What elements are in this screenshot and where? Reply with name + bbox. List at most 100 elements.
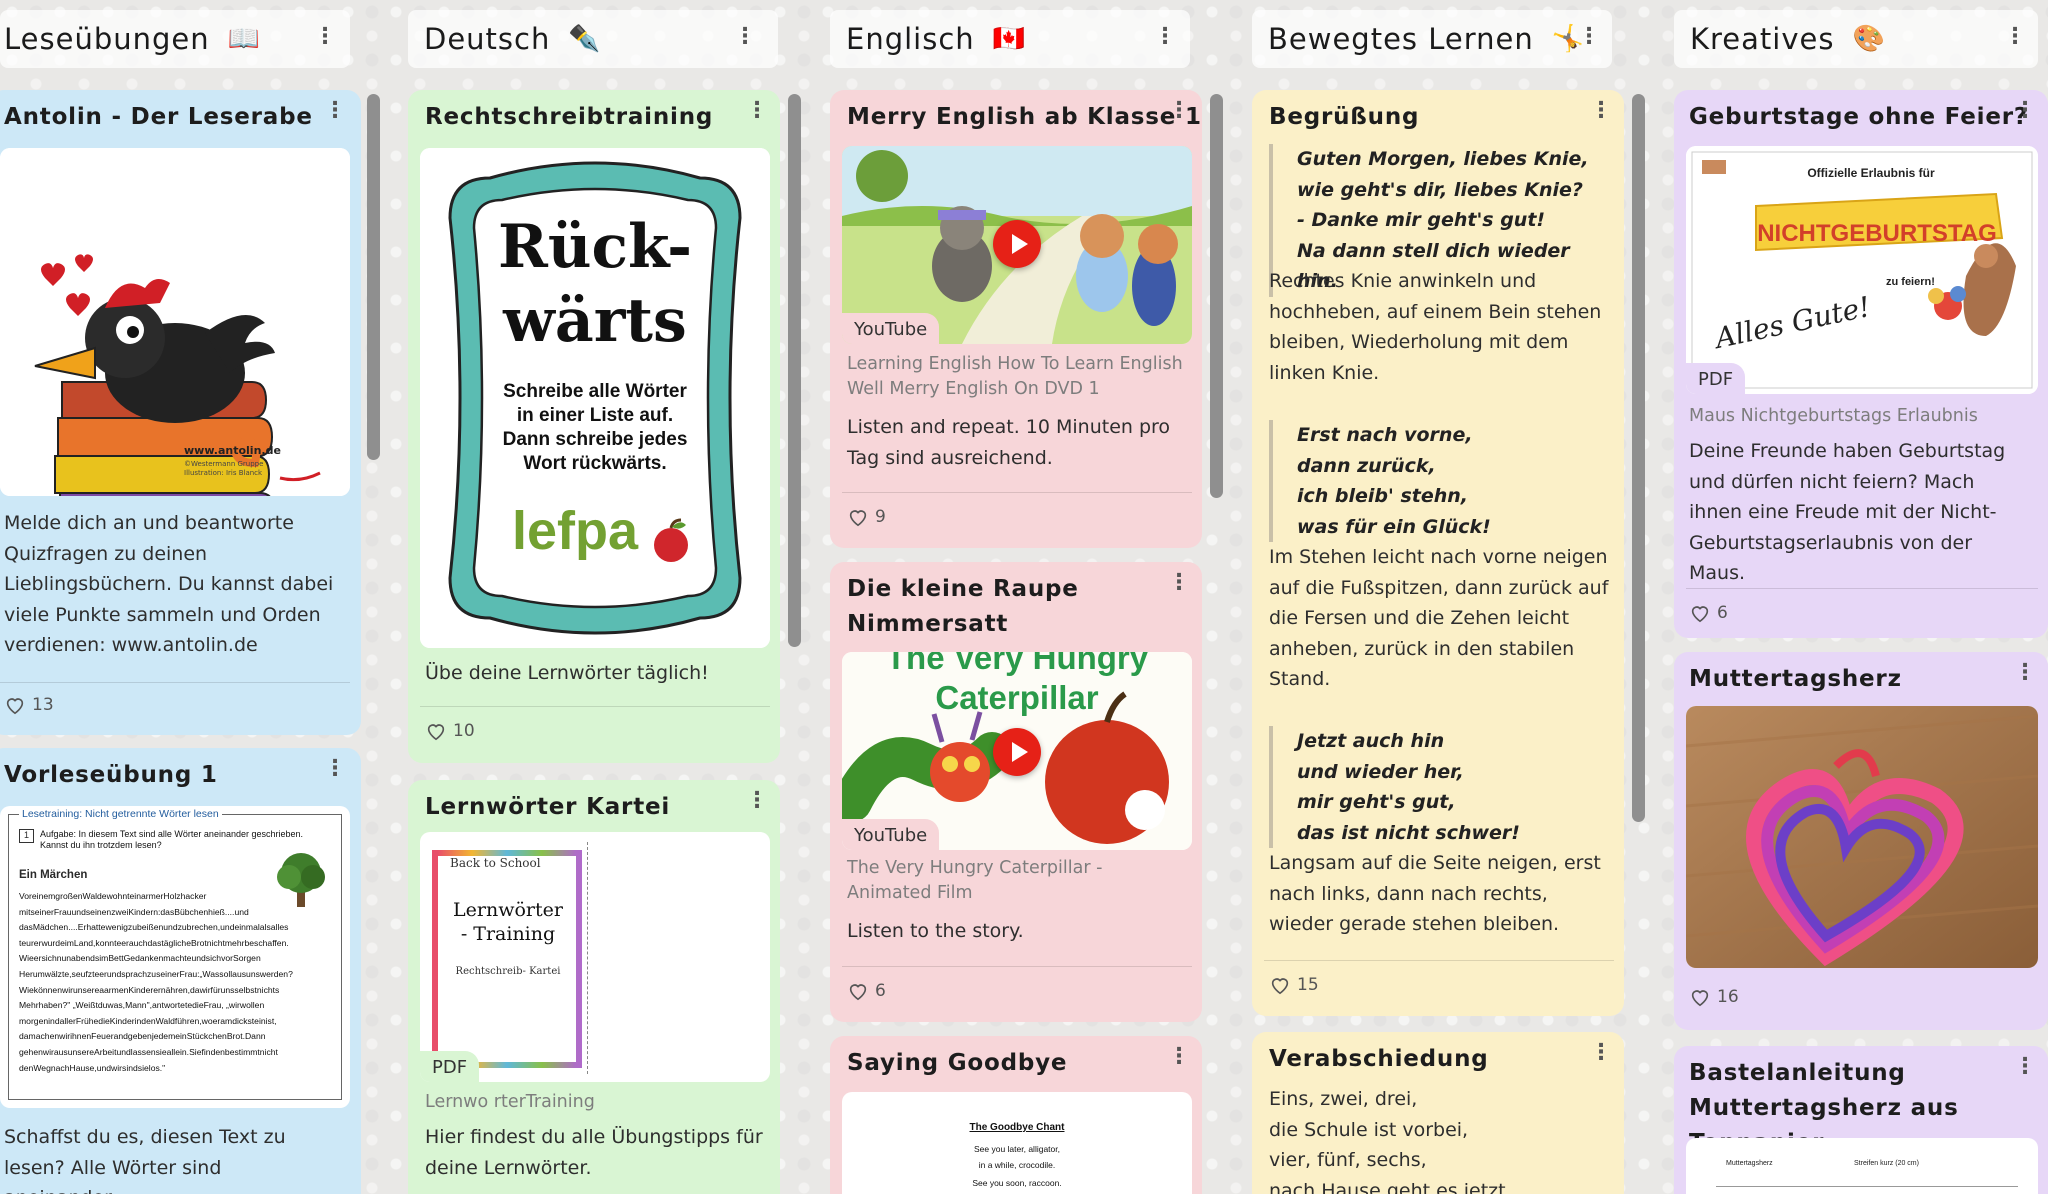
post-card[interactable]: Verabschiedung ⋮ Eins, zwei, drei, die S… xyxy=(1252,1032,1624,1194)
post-menu-icon[interactable]: ⋮ xyxy=(324,98,346,124)
post-menu-icon[interactable]: ⋮ xyxy=(324,756,346,782)
like-button[interactable]: 10 xyxy=(425,720,475,742)
post-menu-icon[interactable]: ⋮ xyxy=(2014,98,2036,124)
youtube-badge: YouTube xyxy=(842,819,940,850)
post-menu-icon[interactable]: ⋮ xyxy=(1168,570,1190,596)
doc-title: The Goodbye Chant xyxy=(969,1122,1065,1133)
post-divider xyxy=(1264,960,1614,961)
poster-text: Schreibe alle Wörter in einer Liste auf.… xyxy=(502,381,688,474)
video-title-text: The Very Hungry Caterpillar xyxy=(885,652,1149,716)
post-meta: Lernwo rterTraining xyxy=(425,1092,595,1112)
book-icon: 📖 xyxy=(227,24,260,54)
column-menu-icon[interactable]: ⋮ xyxy=(2004,24,2026,50)
post-pdf-preview[interactable]: Back to School Lernwörter - Training Rec… xyxy=(420,832,770,1082)
poster-title-line-2: wärts xyxy=(503,286,687,356)
post-menu-icon[interactable]: ⋮ xyxy=(746,98,768,124)
apple-icon xyxy=(648,518,694,568)
column-menu-icon[interactable]: ⋮ xyxy=(734,24,756,50)
post-title: Antolin - Der Leserabe xyxy=(4,104,313,130)
post-card[interactable]: Begrüßung ⋮ Guten Morgen, liebes Knie, w… xyxy=(1252,90,1624,1016)
like-button[interactable]: 9 xyxy=(847,506,886,528)
like-count: 9 xyxy=(875,507,886,527)
column-kreatives: Kreatives 🎨 ⋮ Geburtstage ohne Feier? ⋮ … xyxy=(1674,0,2048,1194)
post-divider xyxy=(1686,588,2038,589)
like-button[interactable]: 6 xyxy=(847,980,886,1002)
column-deutsch: Deutsch ✒️ ⋮ Rechtschreibtraining ⋮ Rück… xyxy=(408,0,808,1194)
like-count: 6 xyxy=(1717,603,1728,623)
doc-line: See you later, alligator, xyxy=(973,1144,1060,1154)
post-card[interactable]: Rechtschreibtraining ⋮ Rück- wärts Schre… xyxy=(408,90,780,763)
heart-icon xyxy=(1691,990,1709,1007)
post-body: Listen to the story. xyxy=(847,920,1024,942)
column-scrollbar[interactable] xyxy=(367,94,380,460)
raven-on-books-illustration xyxy=(0,148,350,496)
post-card[interactable]: Vorleseübung 1 ⋮ Lesetraining: Nicht get… xyxy=(0,748,361,1194)
verse-quote: Erst nach vorne, dann zurück, ich bleib'… xyxy=(1269,420,1599,542)
like-button[interactable]: 6 xyxy=(1689,602,1728,624)
post-card[interactable]: Die kleine Raupe Nimmersatt ⋮ The Very H… xyxy=(830,562,1202,1022)
post-image[interactable]: www.antolin.de ©Westermann Gruppe Illust… xyxy=(0,148,350,496)
pdf-badge: PDF xyxy=(420,1051,480,1082)
post-body: Eins, zwei, drei, die Schule ist vorbei,… xyxy=(1269,1088,1512,1194)
post-card[interactable]: Lernwörter Kartei ⋮ Back to School Lernw… xyxy=(408,780,780,1194)
play-button-icon[interactable] xyxy=(993,728,1041,776)
post-document-preview[interactable]: Lesetraining: Nicht getrennte Wörter les… xyxy=(0,806,350,1108)
heart-icon xyxy=(427,724,445,741)
column-scrollbar[interactable] xyxy=(1632,94,1645,822)
play-button-icon[interactable] xyxy=(993,220,1041,268)
column-menu-icon[interactable]: ⋮ xyxy=(1154,24,1176,50)
like-button[interactable]: 13 xyxy=(4,694,54,716)
post-image[interactable] xyxy=(1686,706,2038,968)
youtube-badge: YouTube xyxy=(842,313,940,344)
post-document-preview[interactable]: The Goodbye Chant See you later, alligat… xyxy=(842,1092,1192,1194)
column-menu-icon[interactable]: ⋮ xyxy=(1578,24,1600,50)
column-title: Leseübungen xyxy=(4,22,210,56)
certificate-banner-text: NICHTGEBURTSTAG xyxy=(1757,220,1997,247)
post-title: Vorleseübung 1 xyxy=(4,762,218,788)
post-card[interactable]: Muttertagsherz ⋮ 16 xyxy=(1674,652,2048,1030)
column-scrollbar[interactable] xyxy=(1210,94,1223,498)
post-menu-icon[interactable]: ⋮ xyxy=(1590,1040,1612,1066)
post-title: Die kleine Raupe Nimmersatt xyxy=(847,576,1079,637)
doc-title: Lernwörter - Training xyxy=(453,899,563,945)
post-card[interactable]: Geburtstage ohne Feier? ⋮ Offizielle Erl… xyxy=(1674,90,2048,638)
post-menu-icon[interactable]: ⋮ xyxy=(1590,98,1612,124)
like-button[interactable]: 15 xyxy=(1269,974,1319,996)
post-document-preview[interactable]: Muttertagsherz Streifen kurz (20 cm) xyxy=(1686,1138,2038,1194)
column-englisch: Englisch 🇨🇦 ⋮ Merry English ab Klasse 1 … xyxy=(830,0,1230,1194)
video-thumbnail[interactable]: The Very Hungry Caterpillar YouTube xyxy=(842,652,1192,850)
post-menu-icon[interactable]: ⋮ xyxy=(2014,1054,2036,1080)
post-body: Rechtes Knie anwinkeln und hochheben, au… xyxy=(1269,270,1602,384)
post-title: Verabschiedung xyxy=(1269,1046,1489,1072)
heart-icon xyxy=(849,510,867,527)
post-divider xyxy=(420,706,770,707)
post-body: Listen and repeat. 10 Minuten pro Tag si… xyxy=(847,416,1171,469)
post-title: Saying Goodbye xyxy=(847,1050,1068,1076)
post-menu-icon[interactable]: ⋮ xyxy=(2014,660,2036,686)
post-pdf-preview[interactable]: Offizielle Erlaubnis für NICHTGEBURTSTAG… xyxy=(1686,146,2038,394)
post-body: Langsam auf die Seite neigen, erst nach … xyxy=(1269,852,1601,935)
post-image[interactable]: Rück- wärts Schreibe alle Wörter in eine… xyxy=(420,148,770,648)
like-button[interactable]: 16 xyxy=(1689,986,1739,1008)
like-count: 10 xyxy=(453,721,475,741)
column-scrollbar[interactable] xyxy=(788,94,801,647)
heart-icon xyxy=(1691,606,1709,623)
post-card[interactable]: Merry English ab Klasse 1 ⋮ YouTube Lear… xyxy=(830,90,1202,548)
post-title: Rechtschreibtraining xyxy=(425,104,714,130)
post-card[interactable]: Bastelanleitung Muttertagsherz aus Tonpa… xyxy=(1674,1046,2048,1194)
post-card[interactable]: Saying Goodbye ⋮ The Goodbye Chant See y… xyxy=(830,1036,1202,1194)
video-thumbnail[interactable]: YouTube xyxy=(842,146,1192,344)
column-menu-icon[interactable]: ⋮ xyxy=(314,24,336,50)
column-bewegtes-lernen: Bewegtes Lernen 🤸 ⋮ Begrüßung ⋮ Guten Mo… xyxy=(1252,0,1652,1194)
post-divider xyxy=(842,492,1192,493)
post-menu-icon[interactable]: ⋮ xyxy=(746,788,768,814)
post-menu-icon[interactable]: ⋮ xyxy=(1168,1044,1190,1070)
like-count: 15 xyxy=(1297,975,1319,995)
post-menu-icon[interactable]: ⋮ xyxy=(1168,98,1190,124)
post-body: Deine Freunde haben Geburtstag und dürfe… xyxy=(1689,440,2006,584)
post-card[interactable]: Antolin - Der Leserabe ⋮ www.antolin.de … xyxy=(0,90,361,735)
like-count: 13 xyxy=(32,695,54,715)
heart-icon xyxy=(6,698,24,715)
post-body: Melde dich an und beantworte Quizfragen … xyxy=(4,512,334,656)
pdf-badge: PDF xyxy=(1686,363,1746,394)
